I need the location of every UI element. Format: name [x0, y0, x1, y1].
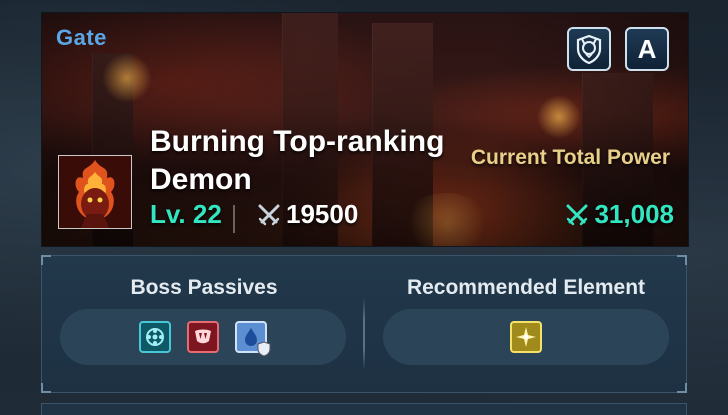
auto-battle-button[interactable]: A	[625, 27, 669, 71]
stat-divider	[233, 205, 235, 233]
boss-portrait[interactable]	[58, 155, 132, 229]
boss-power-value: 19500	[286, 199, 359, 229]
boss-passives-list	[60, 309, 346, 365]
boss-info-panel: Boss Passives Recommended Element	[41, 255, 687, 393]
boss-name: Burning Top-ranking Demon	[150, 125, 445, 196]
boss-power: 19500	[256, 199, 358, 230]
next-panel-edge	[41, 403, 687, 415]
current-total-power-label: Current Total Power	[470, 146, 670, 169]
current-total-power: 31,008	[564, 199, 674, 230]
demon-shield-icon	[576, 34, 602, 65]
passive-fang-icon[interactable]	[187, 321, 219, 353]
recommended-element-list	[383, 309, 669, 365]
light-element-icon[interactable]	[510, 321, 542, 353]
boss-passives-title: Boss Passives	[130, 276, 278, 299]
auto-battle-label: A	[637, 33, 657, 64]
passive-gear-icon[interactable]	[139, 321, 171, 353]
crossed-swords-icon	[258, 204, 280, 225]
shield-icon	[257, 341, 271, 357]
passive-water-drop-icon[interactable]	[235, 321, 271, 357]
recommended-element-title: Recommended Element	[406, 276, 646, 299]
fire-demon-icon	[59, 156, 131, 228]
gate-banner: Gate A Burning Top-ranking Demon Lv. 22	[41, 12, 689, 247]
current-total-power-value: 31,008	[594, 199, 674, 229]
boss-info-button[interactable]	[567, 27, 611, 71]
section-divider	[363, 298, 365, 370]
gate-label: Gate	[56, 25, 107, 50]
crossed-swords-icon	[566, 204, 588, 225]
boss-level: Lv. 22	[150, 199, 222, 229]
